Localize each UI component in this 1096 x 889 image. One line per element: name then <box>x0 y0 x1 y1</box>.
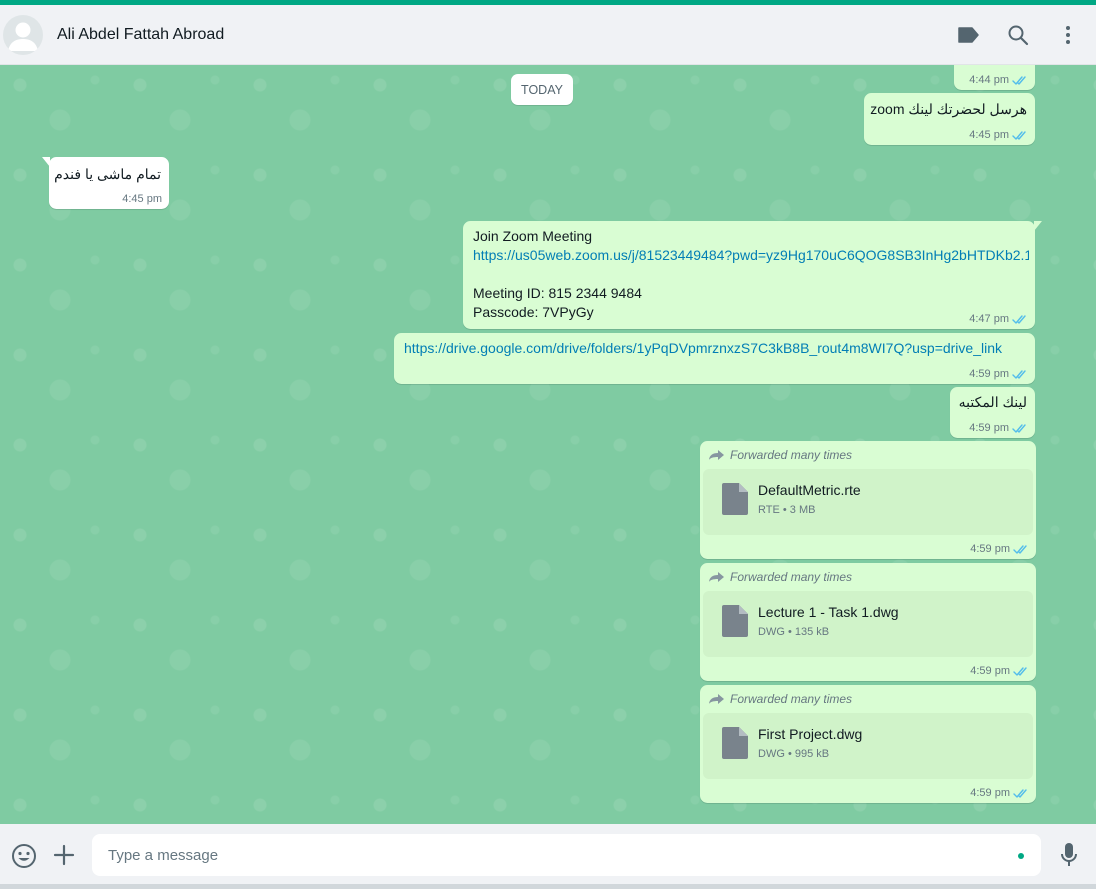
status-dot <box>1018 853 1024 859</box>
message-meta: 4:59 pm <box>970 787 1029 799</box>
bottom-divider <box>0 884 1096 889</box>
file-icon <box>722 727 748 759</box>
message-time: 4:44 pm <box>969 74 1009 86</box>
read-receipt-icon <box>1013 666 1027 676</box>
bubble-tail <box>1034 221 1042 231</box>
read-receipt-icon <box>1012 314 1026 324</box>
forwarded-label: Forwarded many times <box>708 692 852 706</box>
emoji-icon[interactable] <box>11 843 37 872</box>
message-bubble-outgoing[interactable]: https://drive.google.com/drive/folders/1… <box>394 333 1035 384</box>
date-divider: TODAY <box>511 74 573 105</box>
message-meta: 4:59 pm <box>969 422 1028 434</box>
document-name: First Project.dwg <box>758 726 863 742</box>
document-card[interactable]: First Project.dwg DWG • 995 kB <box>703 713 1033 779</box>
file-icon <box>722 483 748 515</box>
message-time: 4:59 pm <box>970 665 1010 677</box>
contact-name[interactable]: Ali Abdel Fattah Abroad <box>57 26 224 44</box>
message-meta: 4:45 pm <box>969 129 1028 141</box>
message-text: لينك المكتبه <box>958 394 1027 410</box>
read-receipt-icon <box>1012 75 1026 85</box>
chat-area[interactable]: TODAY 4:44 pm هرسل لحضرتك لينك zoom 4:45… <box>0 65 1096 824</box>
message-bubble-outgoing[interactable]: هرسل لحضرتك لينك zoom 4:45 pm <box>864 93 1035 145</box>
header-actions <box>956 23 1096 47</box>
message-meta: 4:45 pm <box>122 193 162 205</box>
document-card[interactable]: DefaultMetric.rte RTE • 3 MB <box>703 469 1033 535</box>
message-bubble-outgoing[interactable]: Join Zoom Meeting https://us05web.zoom.u… <box>463 221 1042 329</box>
read-receipt-icon <box>1012 130 1026 140</box>
read-receipt-icon <box>1012 369 1026 379</box>
document-info: DWG • 995 kB <box>758 748 830 760</box>
message-time: 4:59 pm <box>970 787 1010 799</box>
message-meta: 4:47 pm <box>969 313 1028 325</box>
forward-icon <box>709 572 724 582</box>
read-receipt-icon <box>1013 544 1027 554</box>
message-time: 4:47 pm <box>969 313 1009 325</box>
menu-icon[interactable] <box>1056 23 1080 47</box>
forwarded-label: Forwarded many times <box>708 448 852 462</box>
message-bubble-outgoing[interactable]: لينك المكتبه 4:59 pm <box>950 387 1035 438</box>
document-card[interactable]: Lecture 1 - Task 1.dwg DWG • 135 kB <box>703 591 1033 657</box>
file-icon <box>722 605 748 637</box>
message-time: 4:45 pm <box>122 193 162 205</box>
message-input-container <box>92 834 1041 876</box>
message-text: هرسل لحضرتك لينك zoom <box>870 101 1027 117</box>
read-receipt-icon <box>1012 423 1026 433</box>
chat-header: Ali Abdel Fattah Abroad <box>0 5 1096 65</box>
document-info: DWG • 135 kB <box>758 626 830 638</box>
forward-icon <box>709 694 724 704</box>
message-link[interactable]: https://us05web.zoom.us/j/81523449484?pw… <box>473 246 1029 265</box>
message-meta: 4:44 pm <box>969 74 1028 86</box>
bubble-tail <box>42 157 50 167</box>
attach-plus-icon[interactable] <box>53 844 75 869</box>
message-bubble-incoming[interactable]: تمام ماشى يا فندم 4:45 pm <box>42 157 169 209</box>
message-text: Meeting ID: 815 2344 9484 <box>473 285 642 301</box>
message-text: Passcode: 7VPyGy <box>473 304 594 320</box>
document-message[interactable]: Forwarded many times DefaultMetric.rte R… <box>700 441 1036 559</box>
message-meta: 4:59 pm <box>969 368 1028 380</box>
microphone-icon[interactable] <box>1060 842 1078 871</box>
message-text: تمام ماشى يا فندم <box>54 166 161 182</box>
message-time: 4:59 pm <box>969 422 1009 434</box>
message-link[interactable]: https://drive.google.com/drive/folders/1… <box>404 339 1002 358</box>
document-info: RTE • 3 MB <box>758 504 816 516</box>
document-name: DefaultMetric.rte <box>758 482 861 498</box>
document-name: Lecture 1 - Task 1.dwg <box>758 604 899 620</box>
message-text: Join Zoom Meeting <box>473 228 593 244</box>
message-time: 4:45 pm <box>969 129 1009 141</box>
avatar[interactable] <box>3 14 43 55</box>
document-message[interactable]: Forwarded many times First Project.dwg D… <box>700 685 1036 803</box>
forward-icon <box>709 450 724 460</box>
default-avatar-icon <box>8 22 38 51</box>
message-meta: 4:59 pm <box>970 665 1029 677</box>
message-input[interactable] <box>92 834 972 876</box>
message-time: 4:59 pm <box>969 368 1009 380</box>
document-message[interactable]: Forwarded many times Lecture 1 - Task 1.… <box>700 563 1036 681</box>
forwarded-label: Forwarded many times <box>708 570 852 584</box>
composer-bar <box>0 824 1096 889</box>
label-icon[interactable] <box>956 23 980 47</box>
search-icon[interactable] <box>1006 23 1030 47</box>
message-time: 4:59 pm <box>970 543 1010 555</box>
message-bubble-outgoing[interactable]: 4:44 pm <box>954 65 1035 90</box>
message-meta: 4:59 pm <box>970 543 1029 555</box>
read-receipt-icon <box>1013 788 1027 798</box>
